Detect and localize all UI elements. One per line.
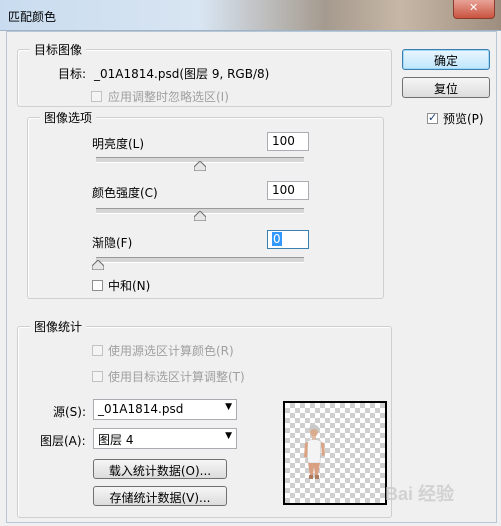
fade-slider-thumb[interactable] (92, 260, 104, 270)
color-intensity-input[interactable]: 100 (267, 181, 309, 200)
fade-value: 0 (272, 232, 282, 246)
ok-button-label: 确定 (433, 54, 458, 68)
color-intensity-label: 颜色强度(C) (92, 186, 158, 200)
layer-label: 图层(A): (40, 434, 86, 448)
luminance-slider-thumb[interactable] (194, 161, 206, 171)
reset-button-label: 复位 (433, 82, 458, 96)
use-source-selection-checkbox[interactable] (92, 345, 103, 356)
figure-thumbnail-image (304, 424, 325, 479)
close-button[interactable]: ✕ (453, 0, 495, 19)
chevron-down-icon: ▼ (225, 402, 232, 412)
target-image-legend: 目标图像 (30, 41, 87, 58)
use-source-selection-label: 使用源选区计算颜色(R) (108, 344, 234, 358)
save-statistics-button[interactable]: 存储统计数据(V)... (93, 486, 227, 506)
ignore-selection-label: 应用调整时忽略选区(I) (108, 90, 229, 104)
fade-label: 渐隐(F) (92, 236, 133, 250)
save-statistics-label: 存储统计数据(V)... (109, 491, 211, 505)
source-label: 源(S): (53, 405, 87, 419)
source-dropdown[interactable]: _01A1814.psd ▼ (93, 399, 237, 420)
preview-checkbox[interactable]: ✓ (427, 111, 438, 124)
use-target-selection-checkbox[interactable] (92, 371, 103, 382)
reset-button[interactable]: 复位 (402, 77, 490, 98)
statistics-preview-thumbnail (283, 401, 387, 505)
luminance-value: 100 (272, 134, 295, 148)
neutralize-checkbox[interactable] (92, 280, 103, 291)
watermark-text: Bai 经验 (385, 484, 455, 504)
checkmark-icon: ✓ (428, 111, 438, 124)
color-intensity-slider-thumb[interactable] (194, 211, 206, 221)
target-value: _01A1814.psd(图层 9, RGB/8) (94, 67, 270, 81)
window-title: 匹配颜色 (8, 10, 57, 24)
ignore-selection-checkbox[interactable] (91, 91, 102, 102)
luminance-label: 明亮度(L) (92, 137, 145, 151)
dialog-body: 目标图像 目标: _01A1814.psd(图层 9, RGB/8) 应用调整时… (6, 31, 497, 523)
preview-label: 预览(P) (443, 112, 484, 126)
use-target-selection-label: 使用目标选区计算调整(T) (108, 370, 245, 384)
title-bar: 匹配颜色 ✕ (0, 0, 501, 31)
image-options-legend: 图像选项 (40, 109, 97, 126)
load-statistics-button[interactable]: 载入统计数据(O)... (93, 459, 227, 479)
color-intensity-value: 100 (272, 183, 295, 197)
fade-input[interactable]: 0 (267, 230, 309, 249)
target-label: 目标: (58, 67, 87, 81)
close-icon: ✕ (469, 1, 479, 14)
neutralize-label: 中和(N) (108, 279, 151, 293)
layer-dropdown-value: 图层 4 (98, 433, 134, 447)
image-statistics-legend: 图像统计 (30, 318, 87, 335)
load-statistics-label: 载入统计数据(O)... (108, 464, 212, 478)
layer-dropdown[interactable]: 图层 4 ▼ (93, 428, 237, 449)
ok-button[interactable]: 确定 (402, 49, 490, 70)
chevron-down-icon: ▼ (225, 431, 232, 441)
luminance-input[interactable]: 100 (267, 132, 309, 151)
source-dropdown-value: _01A1814.psd (98, 402, 184, 416)
fade-slider-track[interactable] (96, 257, 304, 263)
